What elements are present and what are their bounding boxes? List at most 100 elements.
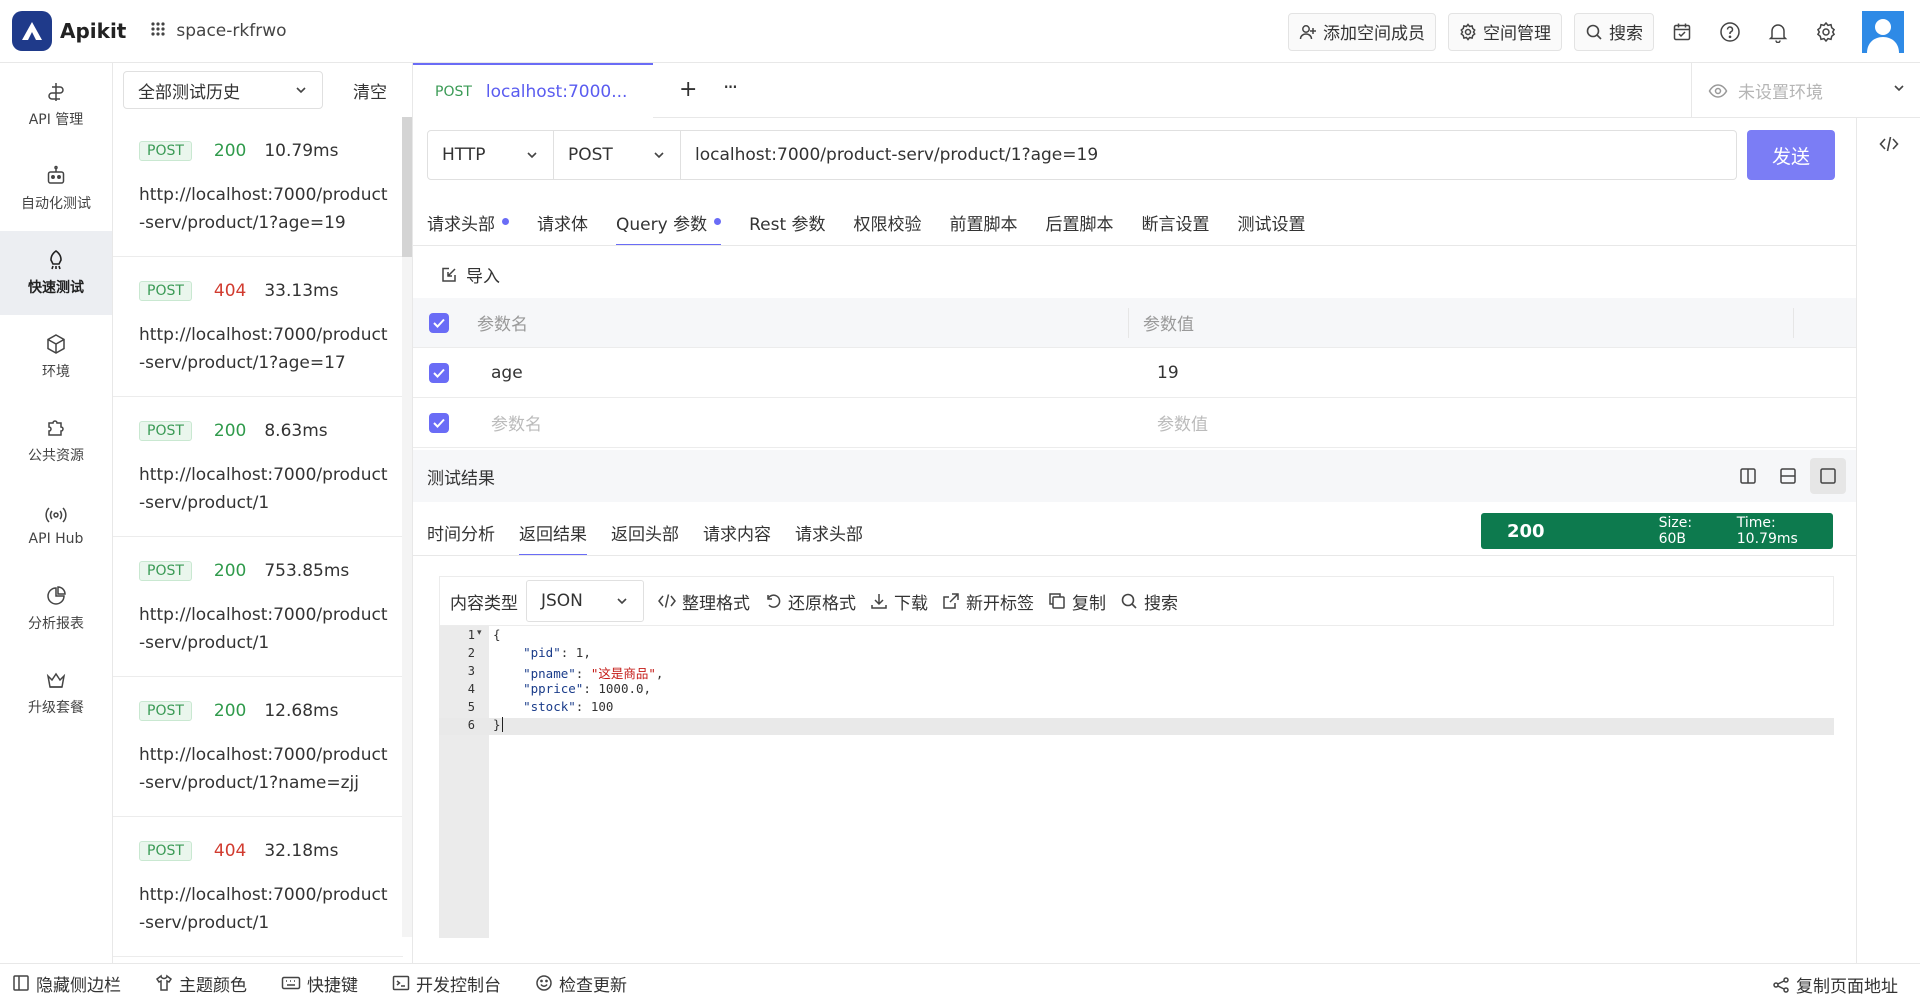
history-item[interactable]: POST 200 8.63ms http://localhost:7000/pr… (113, 397, 403, 537)
rail-item-quick-test[interactable]: 快速测试 (0, 231, 112, 315)
history-url: http://localhost:7000/product-serv/produ… (139, 325, 388, 373)
response-time: 12.68ms (264, 701, 339, 721)
history-item[interactable]: POST 404 33.13ms http://localhost:7000/p… (113, 257, 403, 397)
avatar[interactable] (1862, 10, 1904, 53)
param-value-input[interactable]: 19 (1157, 363, 1179, 383)
history-scrollbar[interactable] (402, 117, 412, 937)
line-number: 2 (467, 646, 475, 660)
shirt-icon (155, 974, 173, 991)
copy-page-url-button[interactable]: 复制页面地址 (1772, 972, 1898, 997)
param-name-input[interactable]: 参数名 (491, 410, 542, 435)
calendar-icon[interactable] (1662, 12, 1702, 52)
cube-icon (47, 334, 65, 354)
rail-item-public-resources[interactable]: 公共资源 (0, 399, 112, 483)
tab-response-headers[interactable]: 返回头部 (611, 520, 679, 556)
tab-query-params[interactable]: Query 参数 (616, 210, 722, 246)
eye-icon (1708, 83, 1728, 98)
split-vertical-icon[interactable] (1730, 458, 1766, 494)
line-number: 1 (467, 628, 475, 642)
open-new-tab-button[interactable]: 新开标签 (942, 589, 1034, 614)
robot-icon (47, 165, 65, 184)
param-name-input[interactable]: age (491, 363, 523, 383)
help-icon[interactable] (1710, 12, 1750, 52)
hide-sidebar-button[interactable]: 隐藏侧边栏 (12, 971, 121, 996)
tab-rest-params[interactable]: Rest 参数 (749, 210, 825, 246)
tab-request-body[interactable]: 请求体 (537, 210, 588, 246)
dev-console-button[interactable]: 开发控制台 (392, 971, 501, 996)
method-select[interactable]: POST (554, 130, 681, 180)
add-member-button[interactable]: 添加空间成员 (1288, 12, 1436, 51)
tab-test-settings[interactable]: 测试设置 (1238, 210, 1306, 246)
tab-post-script[interactable]: 后置脚本 (1046, 210, 1114, 246)
clear-history-button[interactable]: 清空 (353, 78, 387, 103)
status-code: 200 (213, 421, 247, 441)
tab-pre-script[interactable]: 前置脚本 (950, 210, 1018, 246)
split-horizontal-icon[interactable] (1770, 458, 1806, 494)
puzzle-icon (48, 420, 64, 436)
code-line: { (493, 627, 501, 642)
tab-assertions[interactable]: 断言设置 (1142, 210, 1210, 246)
rail-item-upgrade[interactable]: 升级套餐 (0, 651, 112, 735)
restore-format-button[interactable]: 还原格式 (764, 589, 856, 614)
response-toolbar: 内容类型 JSON 整理格式 还原格式 下载 新开标签 复制 搜索 (439, 576, 1834, 626)
history-item[interactable]: POST 200 753.85ms http://localhost:7000/… (113, 537, 403, 677)
bell-icon[interactable] (1758, 12, 1798, 52)
send-button[interactable]: 发送 (1747, 130, 1835, 180)
content-type-select[interactable]: JSON (526, 580, 644, 622)
rail-item-automation[interactable]: 自动化测试 (0, 147, 112, 231)
rail-item-reports[interactable]: 分析报表 (0, 567, 112, 651)
global-search-button[interactable]: 搜索 (1574, 12, 1654, 51)
tab-request-content[interactable]: 请求内容 (703, 520, 771, 556)
import-button[interactable]: 导入 (440, 262, 500, 287)
select-all-checkbox[interactable] (429, 312, 449, 333)
tab-response-body[interactable]: 返回结果 (519, 520, 587, 556)
space-manage-button[interactable]: 空间管理 (1448, 12, 1562, 51)
settings-icon[interactable] (1806, 12, 1846, 52)
modified-dot (502, 218, 509, 225)
theme-color-button[interactable]: 主题颜色 (155, 971, 247, 996)
tab-auth[interactable]: 权限校验 (854, 210, 922, 246)
more-tabs-button[interactable]: ··· (723, 75, 738, 99)
tab-sent-request-headers[interactable]: 请求头部 (795, 520, 863, 556)
code-line: "pname": "这是商品", (523, 666, 664, 681)
search-response-button[interactable]: 搜索 (1120, 589, 1178, 614)
rail-item-api-hub[interactable]: API Hub (0, 483, 112, 567)
tab-time-analysis[interactable]: 时间分析 (427, 520, 495, 556)
code-icon[interactable] (1879, 134, 1899, 159)
request-tab[interactable]: POST localhost:7000... (413, 63, 653, 118)
pie-chart-icon (47, 586, 66, 605)
modified-dot (714, 218, 722, 225)
response-code-editor[interactable]: 1 2 3 4 5 6 ▾ { "pid": 1, "pname": "这是商品… (439, 626, 1834, 938)
row-checkbox[interactable] (429, 362, 449, 383)
import-icon (442, 267, 456, 282)
history-item[interactable]: POST 404 32.18ms http://localhost:7000/p… (113, 817, 403, 957)
check-update-button[interactable]: 检查更新 (535, 971, 627, 996)
copy-button[interactable]: 复制 (1048, 589, 1106, 614)
app-logo[interactable]: Apikit (12, 11, 126, 51)
url-input[interactable]: localhost:7000/product-serv/product/1?ag… (681, 130, 1737, 180)
rail-item-environment[interactable]: 环境 (0, 315, 112, 399)
fold-arrow-icon[interactable]: ▾ (477, 628, 482, 638)
format-button[interactable]: 整理格式 (658, 589, 750, 614)
method-badge: POST (139, 281, 192, 301)
single-panel-icon[interactable] (1810, 458, 1846, 494)
rail-item-api-manage[interactable]: API 管理 (0, 63, 112, 147)
new-tab-button[interactable]: + (679, 77, 697, 102)
method-badge: POST (139, 841, 192, 861)
left-navigation: API 管理 自动化测试 快速测试 环境 公共资源 API Hub 分析报表 升… (0, 63, 113, 963)
code-line: "pprice": 1000.0, (523, 681, 652, 696)
param-value-input[interactable]: 参数值 (1157, 410, 1208, 435)
history-item[interactable]: POST 200 12.68ms http://localhost:7000/p… (113, 677, 403, 817)
request-url-bar: HTTP POST localhost:7000/product-serv/pr… (427, 130, 1737, 180)
protocol-select[interactable]: HTTP (427, 130, 554, 180)
environment-select[interactable]: 未设置环境 (1691, 63, 1920, 118)
row-checkbox[interactable] (429, 412, 449, 433)
sidebar-icon (13, 975, 29, 991)
shortcuts-button[interactable]: 快捷键 (281, 971, 358, 996)
status-bar: 隐藏侧边栏 主题颜色 快捷键 开发控制台 检查更新 复制页面地址 (0, 963, 1920, 1002)
tab-request-headers[interactable]: 请求头部 (427, 210, 509, 246)
download-button[interactable]: 下载 (870, 589, 928, 614)
space-switcher[interactable]: space-rkfrwo (150, 21, 287, 42)
history-item[interactable]: POST 200 10.79ms http://localhost:7000/p… (113, 117, 403, 257)
history-filter-select[interactable]: 全部测试历史 (123, 71, 323, 109)
